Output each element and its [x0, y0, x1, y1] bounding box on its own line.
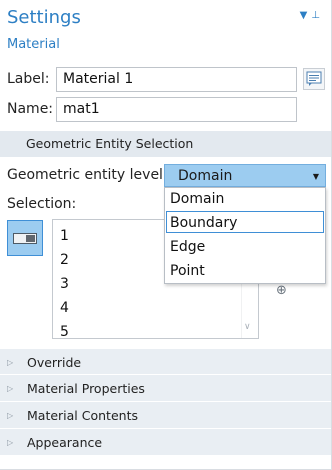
selection-toggle-button[interactable] — [7, 220, 43, 256]
entity-level-menu: Domain Boundary Edge Point — [164, 187, 326, 284]
chevron-right-icon: ▷ — [7, 438, 14, 447]
label-field[interactable]: Material 1 — [56, 67, 297, 92]
label-caption: Label: — [7, 71, 50, 87]
name-caption: Name: — [7, 101, 54, 117]
panel-subtitle: Material — [7, 37, 60, 52]
list-item[interactable]: 2 — [60, 252, 69, 268]
entity-level-dropdown[interactable]: Domain ▼ — [164, 164, 326, 187]
label-icon-button[interactable] — [303, 68, 325, 90]
section-label: Override — [27, 355, 82, 370]
chevron-down-icon: ▼ — [312, 172, 319, 181]
section-label: Appearance — [27, 435, 103, 450]
entity-level-label: Geometric entity level: — [7, 167, 168, 183]
geometric-entity-section-header[interactable]: Geometric Entity Selection — [0, 131, 331, 157]
section-label: Material Properties — [27, 381, 145, 396]
chevron-right-icon: ▷ — [7, 411, 14, 420]
list-item[interactable]: 1 — [60, 228, 69, 244]
section-appearance[interactable]: ▷ Appearance — [0, 429, 331, 455]
toggle-switch-icon — [13, 233, 37, 244]
name-field[interactable]: mat1 — [56, 97, 297, 122]
scroll-down-icon[interactable]: ∨ — [244, 322, 251, 332]
list-item[interactable]: 3 — [60, 276, 69, 292]
section-label: Material Contents — [27, 408, 138, 423]
chevron-down-icon[interactable]: ▼ — [300, 10, 312, 21]
pin-icon[interactable]: ⊥ — [311, 10, 324, 21]
selection-label: Selection: — [7, 196, 77, 212]
list-item[interactable]: 4 — [60, 300, 69, 316]
chevron-right-icon: ▷ — [7, 384, 14, 393]
chevron-right-icon: ▷ — [7, 358, 14, 367]
section-override[interactable]: ▷ Override — [0, 348, 331, 374]
panel-controls: ▼⊥ — [300, 10, 324, 21]
menu-item-edge[interactable]: Edge — [170, 239, 205, 255]
section-material-contents[interactable]: ▷ Material Contents — [0, 402, 331, 428]
section-title: Geometric Entity Selection — [26, 136, 194, 151]
comment-icon — [306, 71, 322, 86]
list-item[interactable]: 5 — [60, 324, 69, 338]
menu-item-domain[interactable]: Domain — [170, 191, 224, 207]
section-material-properties[interactable]: ▷ Material Properties — [0, 375, 331, 401]
menu-item-boundary[interactable]: Boundary — [170, 215, 237, 231]
panel-title: Settings — [7, 7, 81, 28]
dropdown-value: Domain — [178, 168, 233, 184]
menu-item-point[interactable]: Point — [170, 263, 205, 279]
move-icon[interactable]: ⊕ — [276, 283, 287, 298]
